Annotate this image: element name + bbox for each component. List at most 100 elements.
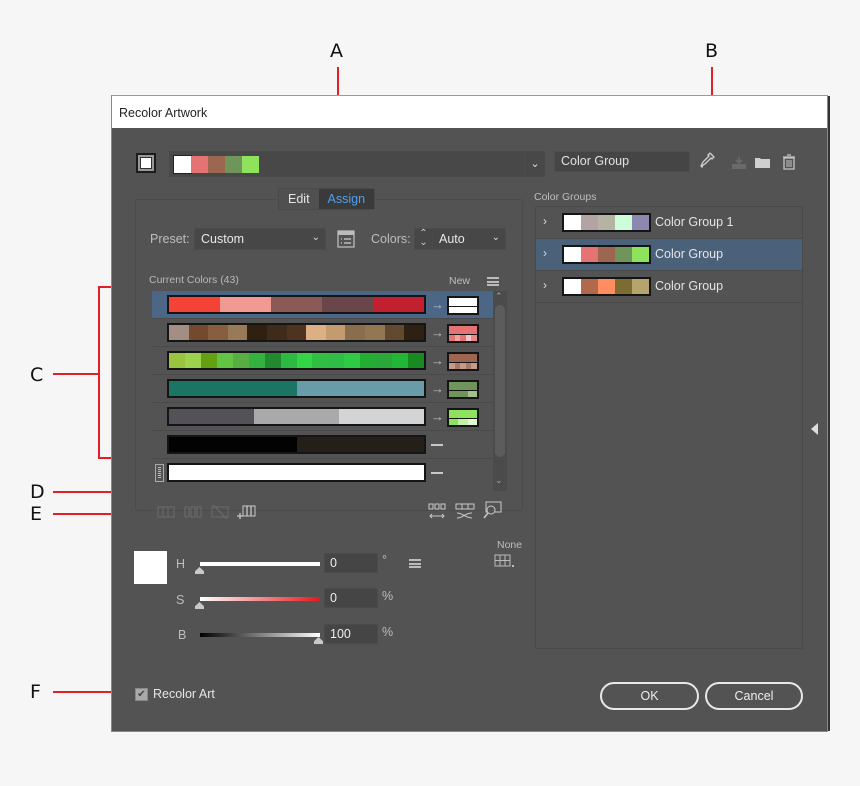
cancel-button[interactable]: Cancel <box>705 682 803 710</box>
hsb-mode-menu-icon[interactable] <box>409 559 421 568</box>
randomize-saturation-brightness-icon[interactable] <box>455 503 475 521</box>
ok-button[interactable]: OK <box>600 682 699 710</box>
row-lock-icon[interactable] <box>155 464 164 482</box>
active-color-swatch[interactable] <box>136 153 156 173</box>
current-color-swatch[interactable] <box>267 325 287 340</box>
color-row[interactable]: → <box>152 291 493 319</box>
current-color-swatch[interactable] <box>384 325 405 340</box>
color-group-name-input[interactable]: Color Group <box>554 151 690 172</box>
chevron-right-icon[interactable]: › <box>543 278 547 292</box>
color-row[interactable] <box>152 431 493 459</box>
scroll-down-icon[interactable]: ⌄ <box>495 475 503 486</box>
hue-slider[interactable] <box>200 562 320 566</box>
brightness-slider[interactable] <box>200 633 320 637</box>
chevron-right-icon[interactable]: › <box>543 246 547 260</box>
color-list-menu-icon[interactable] <box>487 277 499 286</box>
current-color-swatch[interactable] <box>169 381 297 396</box>
color-row[interactable]: → <box>152 375 493 403</box>
collapse-panel-icon[interactable] <box>811 423 818 435</box>
arrow-right-icon[interactable]: → <box>431 381 444 396</box>
color-row[interactable]: → <box>152 319 493 347</box>
harmony-color-chip[interactable] <box>191 156 208 173</box>
current-color-swatch[interactable] <box>254 409 339 424</box>
scroll-up-icon[interactable]: ⌃ <box>495 291 503 302</box>
eyedropper-icon[interactable] <box>699 152 717 172</box>
current-color-swatch[interactable] <box>392 353 409 368</box>
current-color-swatch[interactable] <box>208 325 228 340</box>
current-color-swatch[interactable] <box>328 353 345 368</box>
hue-slider-thumb[interactable] <box>195 567 204 574</box>
current-color-swatch[interactable] <box>325 325 346 340</box>
tab-assign[interactable]: Assign <box>318 189 375 209</box>
current-color-swatch[interactable] <box>169 353 185 368</box>
randomize-order-icon[interactable] <box>428 503 446 521</box>
current-color-swatch[interactable] <box>216 353 233 368</box>
current-color-swatch[interactable] <box>339 409 424 424</box>
colorize-method-icon[interactable] <box>494 554 516 568</box>
current-colors-bar[interactable] <box>167 379 426 398</box>
current-color-swatch[interactable] <box>360 353 377 368</box>
preset-dropdown[interactable]: Custom ⌄ <box>194 228 326 250</box>
current-color-swatch[interactable] <box>376 353 393 368</box>
current-color-swatch[interactable] <box>169 325 189 340</box>
colors-stepper[interactable]: ⌃ ⌄ <box>414 228 433 250</box>
new-color-swatch[interactable] <box>447 352 479 371</box>
current-color-swatch[interactable] <box>296 437 424 452</box>
current-colors-bar[interactable] <box>167 295 426 314</box>
current-color-swatch[interactable] <box>296 353 313 368</box>
saturation-input[interactable]: 0 <box>324 588 378 608</box>
new-color-swatch[interactable] <box>447 380 479 399</box>
current-color-swatch[interactable] <box>227 325 248 340</box>
selected-color-swatch[interactable] <box>134 551 167 584</box>
color-reduction-options-icon[interactable] <box>337 229 355 249</box>
harmony-color-chip[interactable] <box>225 156 242 173</box>
arrow-right-icon[interactable]: → <box>431 353 444 368</box>
current-color-swatch[interactable] <box>169 465 424 480</box>
new-color-swatch[interactable] <box>447 324 479 343</box>
current-color-swatch[interactable] <box>322 297 373 312</box>
new-color-swatch[interactable] <box>447 408 479 427</box>
harmony-color-chip[interactable] <box>173 155 192 174</box>
current-color-swatch[interactable] <box>169 297 220 312</box>
harmony-color-chip[interactable] <box>208 156 225 173</box>
color-row[interactable]: → <box>152 403 493 431</box>
tab-edit[interactable]: Edit <box>279 189 319 209</box>
current-color-swatch[interactable] <box>264 353 281 368</box>
current-color-swatch[interactable] <box>200 353 217 368</box>
arrow-right-icon[interactable]: → <box>431 325 444 340</box>
current-color-swatch[interactable] <box>247 325 268 340</box>
current-color-swatch[interactable] <box>296 381 424 396</box>
harmony-rules-dropdown[interactable]: ⌄ <box>525 151 545 177</box>
save-changes-icon[interactable] <box>730 152 748 172</box>
current-colors-bar[interactable] <box>167 463 426 482</box>
current-color-swatch[interactable] <box>373 297 424 312</box>
current-color-swatch[interactable] <box>169 409 254 424</box>
exclude-colors-icon[interactable] <box>211 504 229 520</box>
color-row[interactable] <box>152 459 493 487</box>
current-colors-bar[interactable] <box>167 351 426 370</box>
color-rows-scrollbar[interactable]: ⌃ ⌄ <box>493 291 507 491</box>
harmony-color-chip[interactable] <box>242 156 259 173</box>
separate-colors-icon[interactable] <box>184 506 202 518</box>
trash-icon[interactable] <box>780 152 798 172</box>
current-color-swatch[interactable] <box>220 297 271 312</box>
no-mapping-dash-icon[interactable] <box>431 472 443 474</box>
current-color-swatch[interactable] <box>404 325 424 340</box>
merge-colors-icon[interactable] <box>157 506 175 518</box>
current-color-swatch[interactable] <box>188 325 209 340</box>
new-color-swatch[interactable] <box>447 296 479 315</box>
color-row[interactable]: → <box>152 347 493 375</box>
current-color-swatch[interactable] <box>169 437 297 452</box>
current-color-swatch[interactable] <box>184 353 201 368</box>
saturation-slider[interactable] <box>200 597 320 601</box>
current-color-swatch[interactable] <box>248 353 265 368</box>
color-group-row[interactable]: › Color Group <box>536 271 802 303</box>
current-color-swatch[interactable] <box>344 353 361 368</box>
current-color-swatch[interactable] <box>306 325 326 340</box>
scroll-thumb[interactable] <box>495 305 505 457</box>
new-row-icon[interactable] <box>236 504 256 520</box>
current-color-swatch[interactable] <box>232 353 249 368</box>
current-color-swatch[interactable] <box>408 353 424 368</box>
saturation-slider-thumb[interactable] <box>195 602 204 609</box>
recolor-art-checkbox[interactable]: ✔ <box>135 688 148 701</box>
